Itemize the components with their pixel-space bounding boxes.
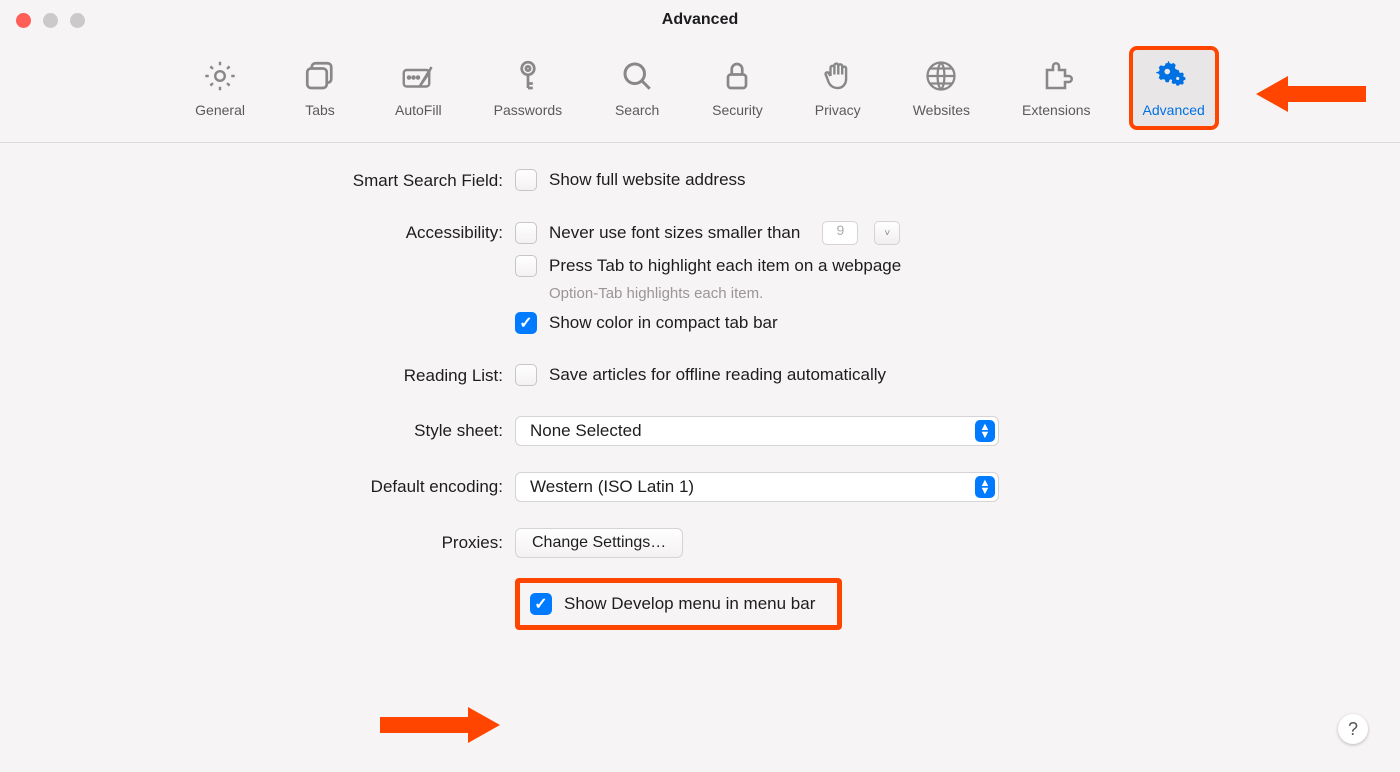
- compact-tab-color-checkbox[interactable]: ✓: [515, 312, 537, 334]
- style-sheet-select[interactable]: None Selected ▲▼: [515, 416, 999, 446]
- tab-general[interactable]: General: [181, 46, 259, 130]
- reading-list-label: Reading List:: [0, 364, 515, 386]
- min-font-size-text: Never use font sizes smaller than: [549, 223, 800, 243]
- default-encoding-select[interactable]: Western (ISO Latin 1) ▲▼: [515, 472, 999, 502]
- search-icon: [614, 56, 660, 96]
- chevron-up-down-icon: ▲▼: [975, 476, 995, 498]
- tab-passwords[interactable]: Passwords: [480, 46, 576, 130]
- tab-advanced[interactable]: Advanced: [1129, 46, 1219, 130]
- default-encoding-value: Western (ISO Latin 1): [530, 477, 694, 497]
- offline-reading-checkbox[interactable]: [515, 364, 537, 386]
- tab-tabs[interactable]: Tabs: [283, 46, 357, 130]
- tab-label: Privacy: [815, 102, 861, 118]
- tab-search[interactable]: Search: [600, 46, 674, 130]
- window-controls: [16, 13, 85, 28]
- change-proxy-settings-button[interactable]: Change Settings…: [515, 528, 683, 558]
- zoom-window-button[interactable]: [70, 13, 85, 28]
- tab-websites[interactable]: Websites: [899, 46, 984, 130]
- hand-icon: [815, 56, 861, 96]
- double-gear-icon: [1151, 56, 1197, 96]
- tab-privacy[interactable]: Privacy: [801, 46, 875, 130]
- puzzle-icon: [1033, 56, 1079, 96]
- develop-menu-highlight: ✓ Show Develop menu in menu bar: [515, 578, 842, 630]
- tab-highlight-checkbox[interactable]: [515, 255, 537, 277]
- tab-highlight-text: Press Tab to highlight each item on a we…: [549, 256, 901, 276]
- chevron-up-down-icon: ▲▼: [975, 420, 995, 442]
- tab-label: Security: [712, 102, 763, 118]
- tabs-icon: [297, 56, 343, 96]
- default-encoding-label: Default encoding:: [0, 472, 515, 497]
- style-sheet-value: None Selected: [530, 421, 642, 441]
- callout-arrow-develop: [380, 703, 500, 747]
- tab-security[interactable]: Security: [698, 46, 777, 130]
- min-font-size-value[interactable]: 9: [822, 221, 858, 245]
- preferences-toolbar: General Tabs AutoFill Passwords Search S…: [0, 40, 1400, 143]
- show-develop-menu-checkbox[interactable]: ✓: [530, 593, 552, 615]
- globe-icon: [918, 56, 964, 96]
- tab-label: Advanced: [1143, 102, 1205, 118]
- tab-label: General: [195, 102, 245, 118]
- help-button[interactable]: ?: [1338, 714, 1368, 744]
- tab-label: Passwords: [494, 102, 562, 118]
- tab-label: AutoFill: [395, 102, 442, 118]
- tab-autofill[interactable]: AutoFill: [381, 46, 456, 130]
- tab-label: Tabs: [305, 102, 335, 118]
- tab-label: Search: [615, 102, 659, 118]
- accessibility-label: Accessibility:: [0, 221, 515, 243]
- proxies-label: Proxies:: [0, 528, 515, 553]
- min-font-size-stepper[interactable]: ˅: [874, 221, 900, 245]
- compact-tab-color-text: Show color in compact tab bar: [549, 313, 778, 333]
- tab-label: Extensions: [1022, 102, 1090, 118]
- key-icon: [505, 56, 551, 96]
- callout-arrow-tab: [1256, 72, 1366, 116]
- gear-icon: [197, 56, 243, 96]
- show-full-address-checkbox[interactable]: [515, 169, 537, 191]
- tab-label: Websites: [913, 102, 970, 118]
- window-title: Advanced: [662, 11, 738, 29]
- smart-search-label: Smart Search Field:: [0, 169, 515, 191]
- tab-extensions[interactable]: Extensions: [1008, 46, 1104, 130]
- titlebar: Advanced: [0, 0, 1400, 40]
- style-sheet-label: Style sheet:: [0, 416, 515, 441]
- minimize-window-button[interactable]: [43, 13, 58, 28]
- show-develop-menu-text: Show Develop menu in menu bar: [564, 594, 815, 614]
- autofill-icon: [395, 56, 441, 96]
- advanced-settings-panel: Smart Search Field: Show full website ad…: [0, 143, 1400, 630]
- close-window-button[interactable]: [16, 13, 31, 28]
- show-full-address-text: Show full website address: [549, 170, 746, 190]
- tab-highlight-hint: Option-Tab highlights each item.: [549, 285, 901, 302]
- lock-icon: [714, 56, 760, 96]
- min-font-size-checkbox[interactable]: [515, 222, 537, 244]
- offline-reading-text: Save articles for offline reading automa…: [549, 365, 886, 385]
